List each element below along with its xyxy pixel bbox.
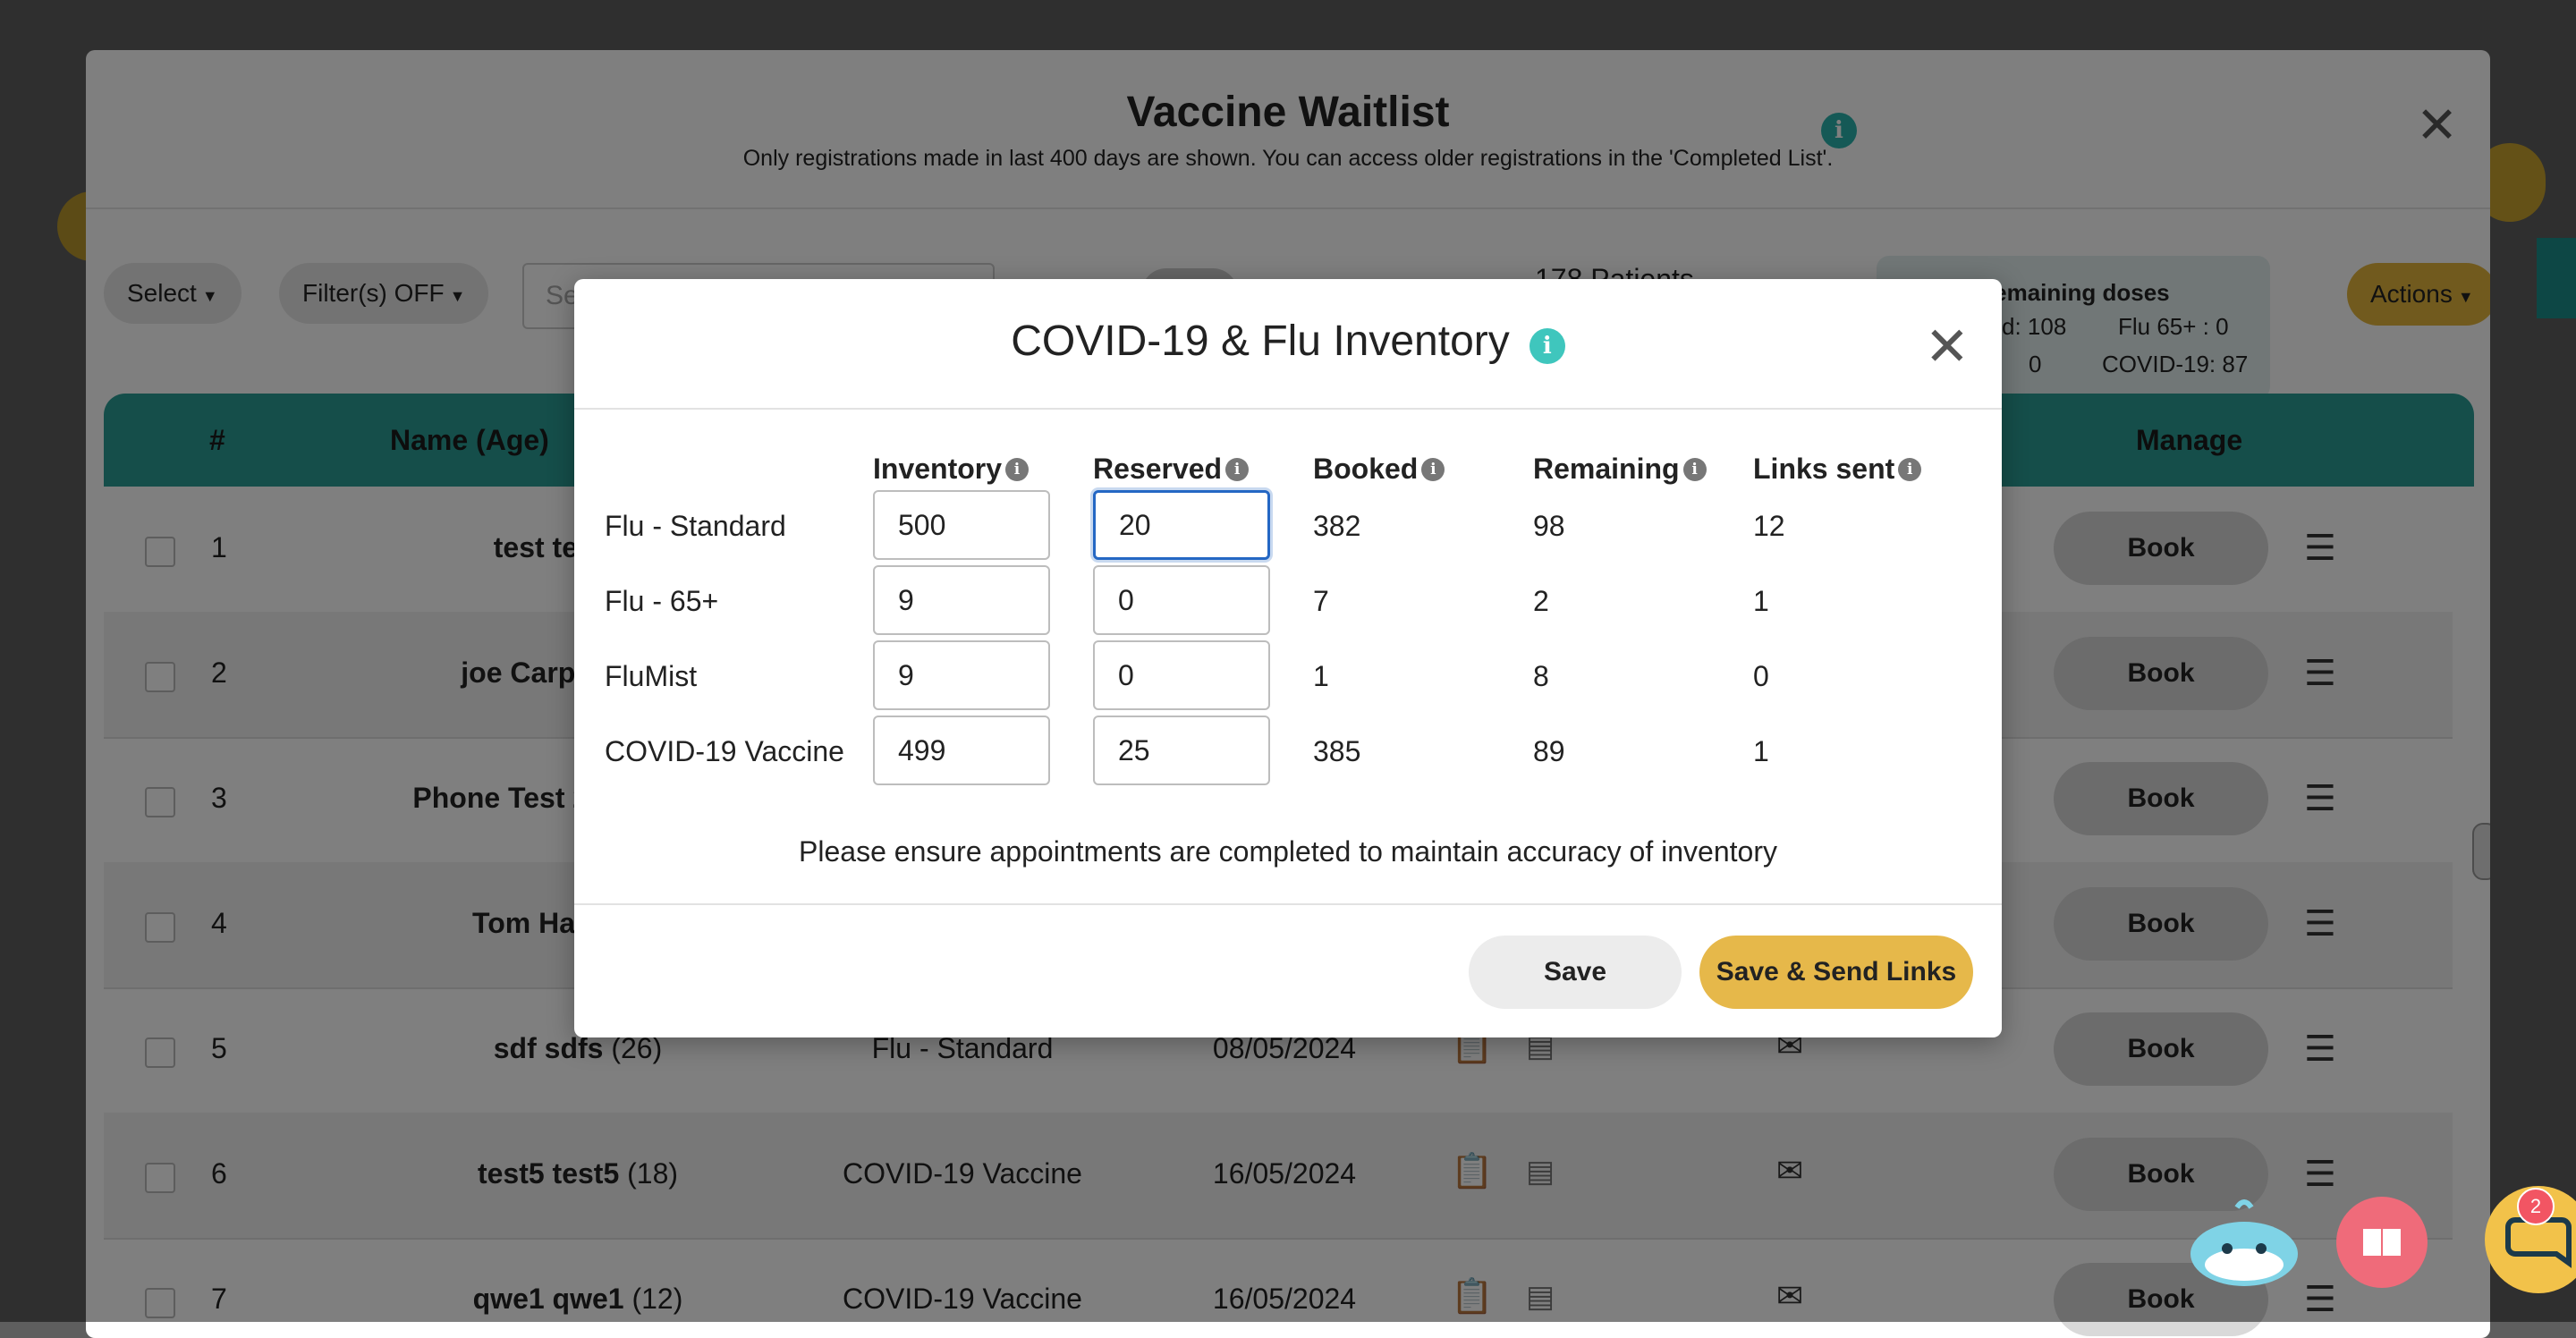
links-sent-value: 0 bbox=[1753, 660, 1769, 692]
inventory-title: COVID-19 & Flu Inventory bbox=[1011, 318, 1510, 365]
inventory-row-label: COVID-19 Vaccine bbox=[605, 735, 844, 767]
col-head-inventory-label: Inventory bbox=[873, 453, 1003, 485]
save-send-links-button[interactable]: Save & Send Links bbox=[1699, 936, 1973, 1009]
inventory-input[interactable] bbox=[873, 490, 1050, 560]
reserved-input[interactable] bbox=[1093, 490, 1270, 560]
col-head-links-sent-label: Links sent bbox=[1753, 453, 1895, 485]
col-head-reserved-label: Reserved bbox=[1093, 453, 1223, 485]
col-head-reserved: Reserved i bbox=[1093, 453, 1250, 486]
links-sent-value: 1 bbox=[1753, 735, 1769, 767]
inventory-note: Please ensure appointments are completed… bbox=[799, 835, 1777, 868]
inventory-header: COVID-19 & Flu Inventory i ✕ bbox=[574, 279, 2002, 410]
inventory-footer: Save Save & Send Links bbox=[574, 903, 2002, 1039]
col-head-links-sent: Links sent i bbox=[1753, 453, 1922, 486]
remaining-value: 8 bbox=[1533, 660, 1549, 692]
inventory-row-label: Flu - 65+ bbox=[605, 585, 719, 617]
info-icon[interactable]: i bbox=[1682, 457, 1707, 481]
booked-value: 1 bbox=[1313, 660, 1329, 692]
booked-value: 385 bbox=[1313, 735, 1361, 767]
inventory-row-label: FluMist bbox=[605, 660, 698, 692]
info-icon[interactable]: i bbox=[1225, 457, 1250, 481]
col-head-remaining-label: Remaining bbox=[1533, 453, 1680, 485]
links-sent-value: 1 bbox=[1753, 585, 1769, 617]
inventory-dialog: COVID-19 & Flu Inventory i ✕ Inventory i R… bbox=[574, 279, 2002, 1037]
whale-mascot-icon[interactable] bbox=[2188, 1198, 2301, 1288]
remaining-value: 2 bbox=[1533, 585, 1549, 617]
booked-value: 382 bbox=[1313, 510, 1361, 542]
inventory-input[interactable] bbox=[873, 640, 1050, 710]
col-head-booked: Booked i bbox=[1313, 453, 1445, 486]
info-icon[interactable]: i bbox=[1898, 457, 1922, 481]
links-sent-value: 12 bbox=[1753, 510, 1785, 542]
col-head-booked-label: Booked bbox=[1313, 453, 1419, 485]
reserved-input[interactable] bbox=[1093, 716, 1270, 785]
info-icon[interactable]: i bbox=[1529, 327, 1565, 364]
booked-value: 7 bbox=[1313, 585, 1329, 617]
chat-badge: 2 bbox=[2517, 1188, 2555, 1225]
book-icon[interactable] bbox=[2336, 1197, 2428, 1288]
inventory-input[interactable] bbox=[873, 716, 1050, 785]
remaining-value: 89 bbox=[1533, 735, 1565, 767]
save-button[interactable]: Save bbox=[1469, 936, 1682, 1009]
inventory-row-label: Flu - Standard bbox=[605, 510, 786, 542]
info-icon[interactable]: i bbox=[1005, 457, 1030, 481]
close-icon[interactable]: ✕ bbox=[1925, 320, 1970, 374]
inventory-input[interactable] bbox=[873, 565, 1050, 635]
col-head-inventory: Inventory i bbox=[873, 453, 1030, 486]
reserved-input[interactable] bbox=[1093, 565, 1270, 635]
col-head-remaining: Remaining i bbox=[1533, 453, 1707, 486]
remaining-value: 98 bbox=[1533, 510, 1565, 542]
reserved-input[interactable] bbox=[1093, 640, 1270, 710]
info-icon[interactable]: i bbox=[1421, 457, 1445, 481]
